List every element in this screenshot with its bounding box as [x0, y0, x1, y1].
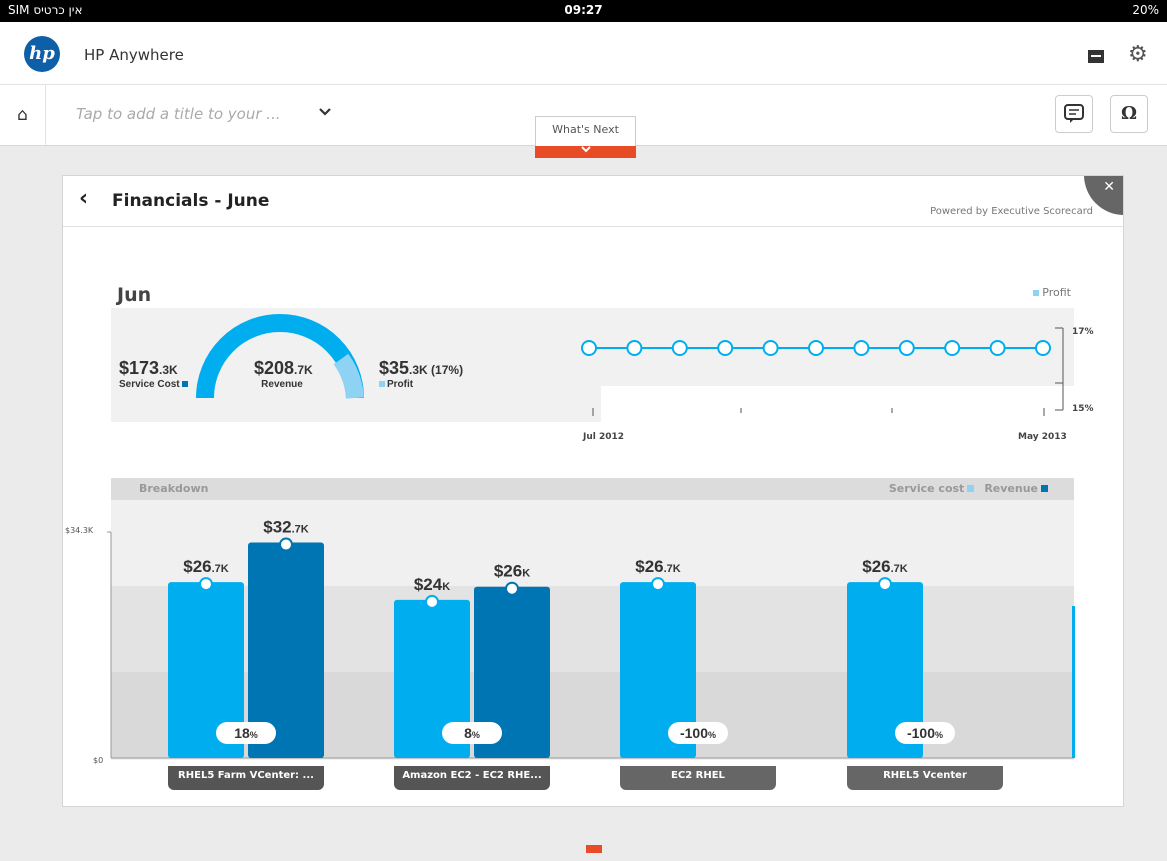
- service-cost-marker: [199, 577, 213, 592]
- trend-y-top-label: 17%: [1072, 327, 1094, 337]
- profit-kpi-swatch: [379, 381, 385, 387]
- trend-point: [671, 340, 688, 356]
- percent-sign: %: [935, 730, 943, 740]
- service-cost-marker: [425, 594, 439, 609]
- trend-point: [898, 340, 915, 356]
- service-cost-marker: [878, 577, 892, 592]
- app-title: HP Anywhere: [84, 46, 184, 64]
- category-label[interactable]: RHEL5 Vcenter: [847, 766, 1003, 790]
- service-cost-swatch: [181, 381, 188, 387]
- trend-point: [853, 340, 870, 356]
- revenue-marker: [505, 581, 519, 596]
- comment-button[interactable]: [1055, 95, 1093, 133]
- whats-next-handle[interactable]: [535, 146, 636, 158]
- trend-point: [581, 340, 597, 356]
- trend-point: [944, 340, 961, 356]
- kpi-service-cost-amount: $173: [119, 358, 160, 378]
- comment-icon: [1064, 104, 1084, 123]
- kpi-revenue-label: Revenue: [261, 379, 303, 390]
- service-cost-value-unit: .7K: [891, 563, 908, 575]
- kpi-service-cost: $173.3K Service Cost: [119, 358, 190, 390]
- trend-x-start-label: Jul 2012: [583, 432, 625, 442]
- kpi-revenue-unit: .7K: [294, 363, 313, 377]
- battery-label: 20%: [1132, 3, 1159, 17]
- page-indicator[interactable]: [586, 845, 602, 853]
- trend-point: [989, 340, 1006, 356]
- legend-revenue: Revenue: [984, 482, 1038, 495]
- workspace-title-input[interactable]: [76, 105, 316, 123]
- trend-x-axis-ticks: [592, 408, 1045, 416]
- card-title: Financials - June: [112, 191, 270, 211]
- kpi-profit-label: Profit: [387, 379, 414, 390]
- user-icon: Ω: [1120, 103, 1138, 124]
- legend-service-cost: Service cost: [888, 482, 965, 495]
- powered-by-label: Powered by Executive Scorecard: [930, 206, 1093, 217]
- whats-next-tab[interactable]: What's Next: [535, 116, 636, 146]
- kpi-profit-amount: $35: [379, 358, 410, 378]
- gear-icon[interactable]: ⚙: [1128, 42, 1148, 67]
- clock: 09:27: [564, 3, 603, 17]
- kpi-revenue-amount: $208: [254, 358, 295, 378]
- percent-sign: %: [472, 730, 480, 740]
- percent-sign: %: [250, 730, 258, 740]
- app-header: hp HP Anywhere ⚙: [0, 22, 1167, 84]
- category-label[interactable]: RHEL5 Farm VCenter: ...: [168, 766, 324, 790]
- category-label[interactable]: EC2 RHEL: [620, 766, 776, 790]
- trend-point: [762, 340, 779, 356]
- kpi-revenue: $208.7K Revenue: [254, 358, 313, 390]
- home-icon[interactable]: ⌂: [0, 85, 46, 147]
- legend-revenue-swatch: [1041, 485, 1048, 492]
- revenue-marker: [279, 537, 293, 552]
- service-cost-value-unit: .7K: [664, 563, 681, 575]
- presentation-icon[interactable]: [1088, 50, 1104, 63]
- chevron-down-icon[interactable]: [318, 103, 332, 121]
- hp-logo: hp: [24, 36, 60, 72]
- trend-x-end-label: May 2013: [1018, 432, 1067, 442]
- profit-legend: Profit: [1033, 286, 1071, 299]
- revenue-value-unit: K: [522, 568, 530, 580]
- month-label: Jun: [117, 284, 152, 306]
- service-cost-marker: [651, 577, 665, 592]
- trend-point: [1035, 340, 1051, 356]
- revenue-value-unit: .7K: [292, 524, 309, 536]
- overflow-bar-hint: [1072, 606, 1075, 758]
- legend-service-cost-swatch: [967, 485, 975, 492]
- breakdown-label[interactable]: Breakdown: [139, 482, 208, 495]
- percent-sign: %: [708, 730, 716, 740]
- service-cost-value-unit: .7K: [212, 563, 229, 575]
- category-label[interactable]: Amazon EC2 - EC2 RHE...: [394, 766, 550, 790]
- kpi-profit: $35.3K (17%) Profit: [379, 358, 463, 390]
- summary-panel: $173.3K Service Cost $208.7K Revenue $35…: [111, 308, 1074, 422]
- breakdown-header: Breakdown Service cost Revenue: [111, 478, 1074, 500]
- financials-card: ‹ Financials - June Powered by Executive…: [62, 175, 1124, 807]
- service-cost-value-unit: K: [442, 581, 450, 593]
- trend-point: [626, 340, 643, 356]
- breakdown-bar-chart: $26.7K$32.7K18%$24K$26K8%$26.7K-100%$26.…: [107, 500, 1075, 760]
- card-header: ‹ Financials - June Powered by Executive…: [63, 176, 1123, 227]
- back-chevron-icon[interactable]: ‹: [79, 186, 88, 211]
- profit-legend-label: Profit: [1042, 286, 1071, 299]
- status-bar: SIM אין כרטיס 09:27 20%: [0, 0, 1167, 22]
- user-button[interactable]: Ω: [1110, 95, 1148, 133]
- kpi-profit-unit: .3K (17%): [409, 363, 464, 377]
- breakdown-legend: Service cost Revenue: [889, 482, 1048, 495]
- trend-point: [717, 340, 734, 356]
- kpi-service-cost-label: Service Cost: [119, 379, 180, 390]
- kpi-service-cost-unit: .3K: [159, 363, 178, 377]
- profit-swatch: [1033, 290, 1040, 296]
- trend-point: [808, 340, 824, 356]
- profit-gauge-arc: [333, 353, 364, 399]
